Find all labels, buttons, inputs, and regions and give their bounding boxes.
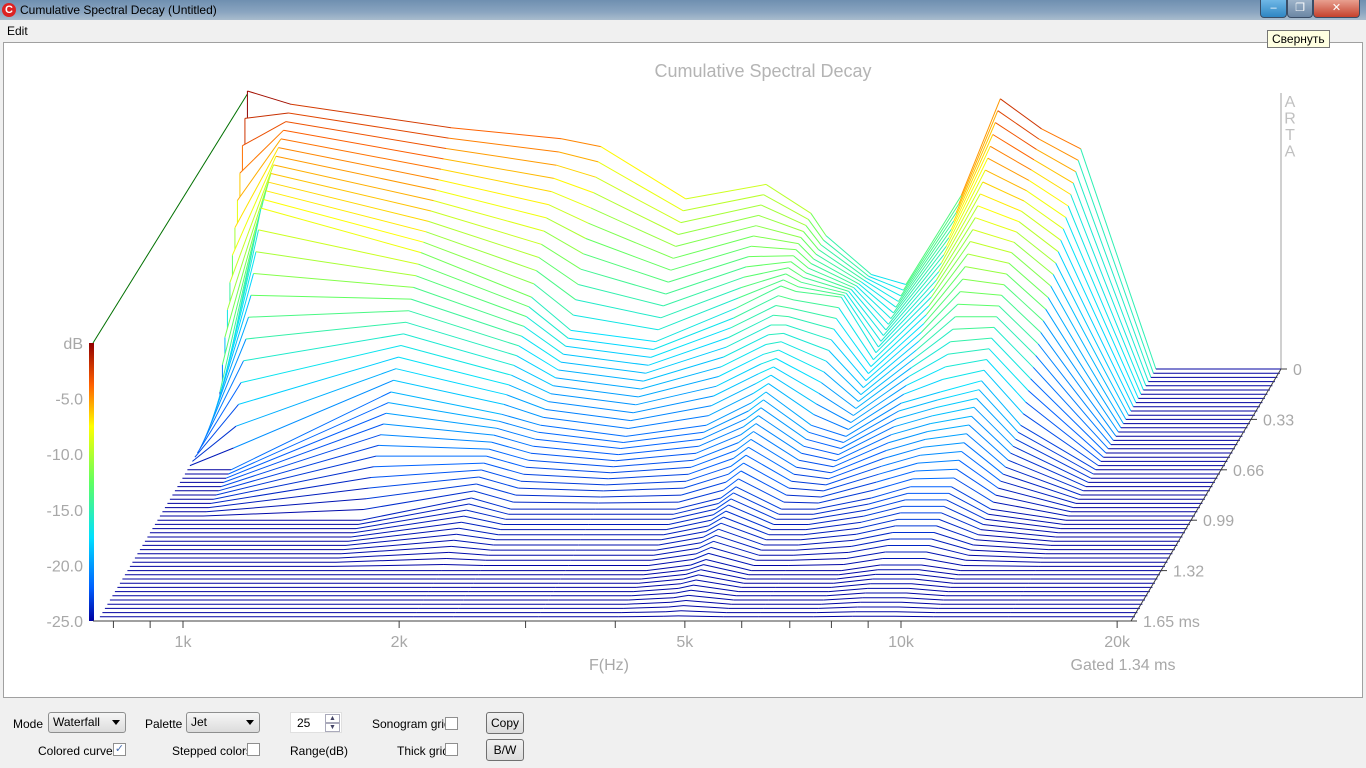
slice-mask bbox=[112, 590, 1148, 596]
chevron-down-icon bbox=[246, 720, 254, 729]
time-tick-label: 0.99 bbox=[1203, 513, 1234, 530]
watermark-letter: A bbox=[1285, 94, 1296, 111]
frequency-tick-label: 20k bbox=[1104, 634, 1131, 651]
stepped-colors-checkbox[interactable] bbox=[247, 743, 260, 756]
color-scale-bar bbox=[89, 343, 94, 621]
palette-value: Jet bbox=[191, 715, 208, 729]
slice-mask bbox=[107, 600, 1143, 605]
bw-button[interactable]: B/W bbox=[486, 739, 524, 761]
watermark-letter: T bbox=[1285, 127, 1295, 144]
slice-segment bbox=[813, 615, 853, 618]
db-tick-label: -5.0 bbox=[55, 392, 83, 409]
mode-dropdown[interactable]: Waterfall bbox=[48, 712, 126, 733]
frequency-axis-label: F(Hz) bbox=[589, 657, 629, 674]
slice-segment bbox=[618, 615, 664, 618]
mode-value: Waterfall bbox=[53, 715, 100, 729]
menu-bar: Edit bbox=[0, 21, 1366, 41]
waterfall-plot: Cumulative Spectral Decay ARTA 1k 2k 5k 10k… bbox=[47, 61, 1302, 674]
decay-slice bbox=[104, 605, 1140, 609]
db-axis-label: dB bbox=[63, 336, 83, 353]
minimize-tooltip: Свернуть bbox=[1267, 30, 1330, 48]
palette-dropdown[interactable]: Jet bbox=[186, 712, 260, 733]
time-tick-label: 0.66 bbox=[1233, 463, 1264, 480]
thick-grid-label: Thick grid bbox=[397, 744, 450, 758]
slice-mask bbox=[114, 585, 1150, 592]
gated-note: Gated 1.34 ms bbox=[1071, 657, 1176, 674]
decay-slice bbox=[107, 600, 1143, 605]
chart-title: Cumulative Spectral Decay bbox=[654, 61, 871, 81]
decay-slice bbox=[112, 589, 1148, 597]
colored-curves-label: Colored curves bbox=[38, 744, 119, 758]
spin-up-icon[interactable]: ▲ bbox=[325, 714, 340, 723]
frequency-tick-label: 1k bbox=[175, 634, 193, 651]
time-tick-label: 0 bbox=[1293, 362, 1302, 379]
menu-edit[interactable]: Edit bbox=[7, 24, 28, 38]
stepped-colors-label: Stepped colors bbox=[172, 744, 253, 758]
time-tick-label: 1.65 ms bbox=[1143, 614, 1200, 631]
sonogram-grid-label: Sonogram grid bbox=[372, 717, 451, 731]
thick-grid-checkbox[interactable] bbox=[445, 743, 458, 756]
frequency-ticks: 1k 2k 5k 10k 20k bbox=[112, 621, 1131, 651]
palette-label: Palette bbox=[145, 717, 183, 731]
watermark-letter: A bbox=[1285, 144, 1296, 161]
time-tick-label: 1.32 bbox=[1173, 564, 1204, 581]
time-tick-label: 0.33 bbox=[1263, 412, 1294, 429]
close-button[interactable]: ✕ bbox=[1313, 0, 1360, 18]
db-tick-label: -10.0 bbox=[47, 447, 84, 464]
range-label: Range(dB) bbox=[290, 744, 349, 758]
slice-segment bbox=[893, 615, 934, 618]
copy-button[interactable]: Copy bbox=[486, 712, 524, 734]
frequency-tick-label: 10k bbox=[888, 634, 915, 651]
spin-down-icon[interactable]: ▼ bbox=[325, 723, 340, 732]
frequency-tick-label: 5k bbox=[676, 634, 694, 651]
db-tick-label: -20.0 bbox=[47, 558, 84, 575]
db-tick-label: -15.0 bbox=[47, 503, 84, 520]
waterfall-slices bbox=[97, 90, 1283, 622]
decay-slice bbox=[102, 610, 1138, 614]
minimize-button[interactable]: – bbox=[1260, 0, 1287, 18]
restore-button[interactable]: ❐ bbox=[1287, 0, 1313, 18]
decay-slice bbox=[99, 615, 1135, 618]
title-bar: C Cumulative Spectral Decay (Untitled) –… bbox=[0, 0, 1366, 20]
arta-watermark: ARTA bbox=[1284, 94, 1296, 161]
range-spinner[interactable]: 25 ▲ ▼ bbox=[290, 712, 342, 733]
chart-area: Cumulative Spectral Decay ARTA 1k 2k 5k 10k… bbox=[3, 42, 1363, 698]
db-tick-label: -25.0 bbox=[47, 614, 84, 631]
left-top-edge bbox=[92, 92, 249, 344]
watermark-letter: R bbox=[1284, 111, 1296, 128]
range-value: 25 bbox=[297, 716, 311, 730]
checkmark-icon: ✓ bbox=[114, 743, 125, 755]
app-icon: C bbox=[2, 3, 16, 17]
db-ticks: -5.0 -10.0 -15.0 -20.0 -25.0 bbox=[47, 392, 84, 631]
window-title: Cumulative Spectral Decay (Untitled) bbox=[20, 3, 217, 17]
frequency-tick-label: 2k bbox=[391, 634, 409, 651]
chevron-down-icon bbox=[112, 720, 120, 729]
mode-label: Mode bbox=[13, 717, 44, 731]
colored-curves-checkbox[interactable]: ✓ bbox=[113, 743, 126, 756]
sonogram-grid-checkbox[interactable] bbox=[445, 717, 458, 730]
decay-slice bbox=[114, 584, 1150, 593]
